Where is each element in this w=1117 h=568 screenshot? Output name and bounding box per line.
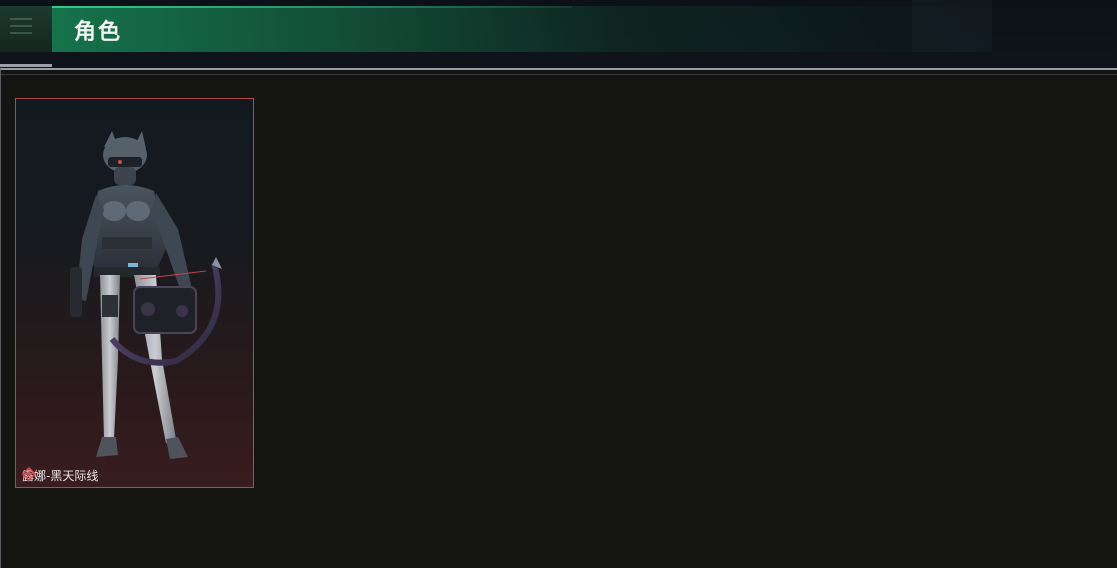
header-bar: 角色 <box>0 0 1117 68</box>
header-tab-indicator <box>0 64 52 67</box>
back-button[interactable] <box>0 6 53 52</box>
character-label: 露娜-黑天际线 <box>22 467 98 484</box>
page-title: 角色 <box>74 20 123 45</box>
panel-divider <box>1 74 1117 75</box>
character-portrait <box>70 131 222 459</box>
app-root: 角色 露娜-黑天际线 <box>0 0 1117 568</box>
header-topline <box>52 6 572 8</box>
character-card[interactable]: 露娜-黑天际线 <box>15 98 254 488</box>
header-glow <box>52 6 992 52</box>
rarity-diamond-icon <box>22 467 36 481</box>
header-decoration <box>912 0 992 52</box>
